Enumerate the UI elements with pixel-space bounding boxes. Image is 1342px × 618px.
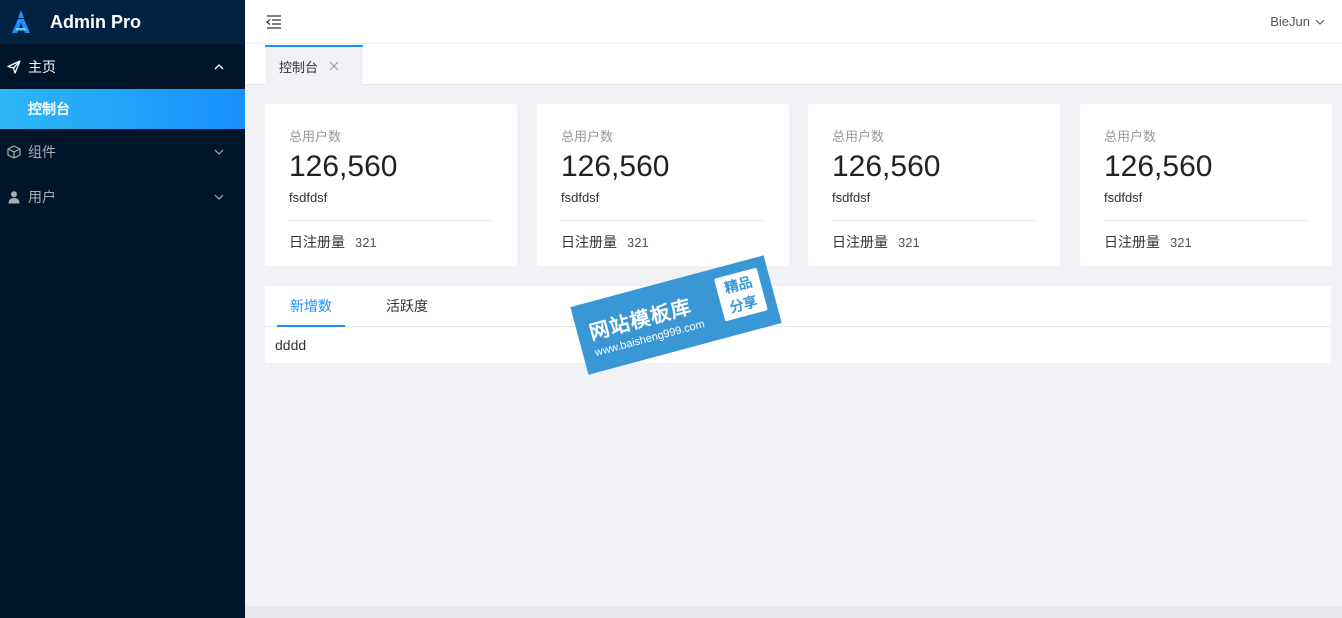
chevron-up-icon bbox=[211, 59, 227, 75]
stat-subtext: fsdfdsf bbox=[561, 190, 600, 205]
tabs-panel: 新增数 活跃度 dddd bbox=[265, 286, 1331, 363]
stat-footer-label: 日注册量 bbox=[561, 234, 617, 250]
stat-subtext: fsdfdsf bbox=[832, 190, 871, 205]
sidebar-group-components[interactable]: 组件 bbox=[0, 129, 245, 174]
stat-footer-value: 321 bbox=[355, 235, 377, 250]
sidebar-group-label: 用户 bbox=[28, 188, 56, 205]
stat-footer-label: 日注册量 bbox=[1104, 234, 1160, 250]
watermark-text: 网站模板库 www.baisheng999.com bbox=[585, 288, 706, 359]
menu-fold-icon[interactable] bbox=[265, 13, 283, 31]
sidebar-group-users[interactable]: 用户 bbox=[0, 174, 245, 219]
user-icon bbox=[6, 189, 22, 205]
stat-footer: 日注册量 321 bbox=[561, 231, 765, 253]
tab-dashboard[interactable]: 控制台 bbox=[265, 45, 363, 85]
sidebar-group-label: 主页 bbox=[28, 58, 56, 75]
stat-footer-value: 321 bbox=[898, 235, 920, 250]
footer-strip bbox=[245, 606, 1342, 618]
stat-footer-value: 321 bbox=[1170, 235, 1192, 250]
stat-value: 126,560 bbox=[832, 150, 941, 183]
stat-label: 总用户数 bbox=[832, 129, 885, 144]
stat-subtext: fsdfdsf bbox=[289, 190, 328, 205]
sidebar-submenu-home: 控制台 bbox=[0, 89, 245, 129]
chevron-down-icon bbox=[211, 189, 227, 205]
sidebar-item-dashboard[interactable]: 控制台 bbox=[0, 89, 245, 129]
tab-label: 控制台 bbox=[279, 59, 319, 75]
stat-value: 126,560 bbox=[289, 150, 398, 183]
panel-content: dddd bbox=[275, 337, 307, 353]
tab-activity[interactable]: 活跃度 bbox=[377, 286, 437, 327]
stat-label: 总用户数 bbox=[289, 129, 342, 144]
divider bbox=[561, 220, 765, 221]
sidebar: Admin Pro 主页 控制台 组件 用户 bbox=[0, 0, 245, 618]
sidebar-group-label: 组件 bbox=[28, 143, 56, 160]
tab-new-count[interactable]: 新增数 bbox=[277, 286, 345, 327]
stat-footer-label: 日注册量 bbox=[832, 234, 888, 250]
panel-tab-bar: 新增数 活跃度 bbox=[265, 286, 1331, 327]
stat-footer-label: 日注册量 bbox=[289, 234, 345, 250]
stat-card: 总用户数 126,560 fsdfdsf 日注册量 321 bbox=[1080, 104, 1332, 266]
stat-card: 总用户数 126,560 fsdfdsf 日注册量 321 bbox=[265, 104, 517, 266]
stat-card: 总用户数 126,560 fsdfdsf 日注册量 321 bbox=[808, 104, 1060, 266]
divider bbox=[832, 220, 1036, 221]
logo-row[interactable]: Admin Pro bbox=[0, 0, 245, 44]
top-header: BieJun bbox=[245, 0, 1342, 44]
watermark-badge: 精品 分享 bbox=[713, 267, 768, 322]
sidebar-menu: 主页 控制台 组件 用户 bbox=[0, 44, 245, 219]
stat-label: 总用户数 bbox=[561, 129, 614, 144]
user-name: BieJun bbox=[1270, 14, 1310, 29]
divider bbox=[289, 220, 493, 221]
chevron-down-icon bbox=[1315, 19, 1325, 25]
close-icon[interactable] bbox=[328, 60, 340, 72]
stat-footer: 日注册量 321 bbox=[832, 231, 1036, 253]
stat-value: 126,560 bbox=[561, 150, 670, 183]
chevron-down-icon bbox=[211, 144, 227, 160]
user-menu[interactable]: BieJun bbox=[1270, 14, 1326, 29]
stat-value: 126,560 bbox=[1104, 150, 1213, 183]
stat-footer: 日注册量 321 bbox=[1104, 231, 1308, 253]
sidebar-item-label: 控制台 bbox=[28, 101, 70, 117]
sidebar-group-home[interactable]: 主页 bbox=[0, 44, 245, 89]
stat-footer: 日注册量 321 bbox=[289, 231, 493, 253]
send-icon bbox=[6, 59, 22, 75]
page-tabs-bar: 控制台 bbox=[245, 44, 1342, 85]
app-title: Admin Pro bbox=[50, 11, 142, 32]
stat-subtext: fsdfdsf bbox=[1104, 190, 1143, 205]
logo-icon bbox=[12, 10, 30, 33]
stat-footer-value: 321 bbox=[627, 235, 649, 250]
divider bbox=[1104, 220, 1308, 221]
stat-label: 总用户数 bbox=[1104, 129, 1157, 144]
stat-card: 总用户数 126,560 fsdfdsf 日注册量 321 bbox=[537, 104, 789, 266]
cube-icon bbox=[6, 144, 22, 160]
